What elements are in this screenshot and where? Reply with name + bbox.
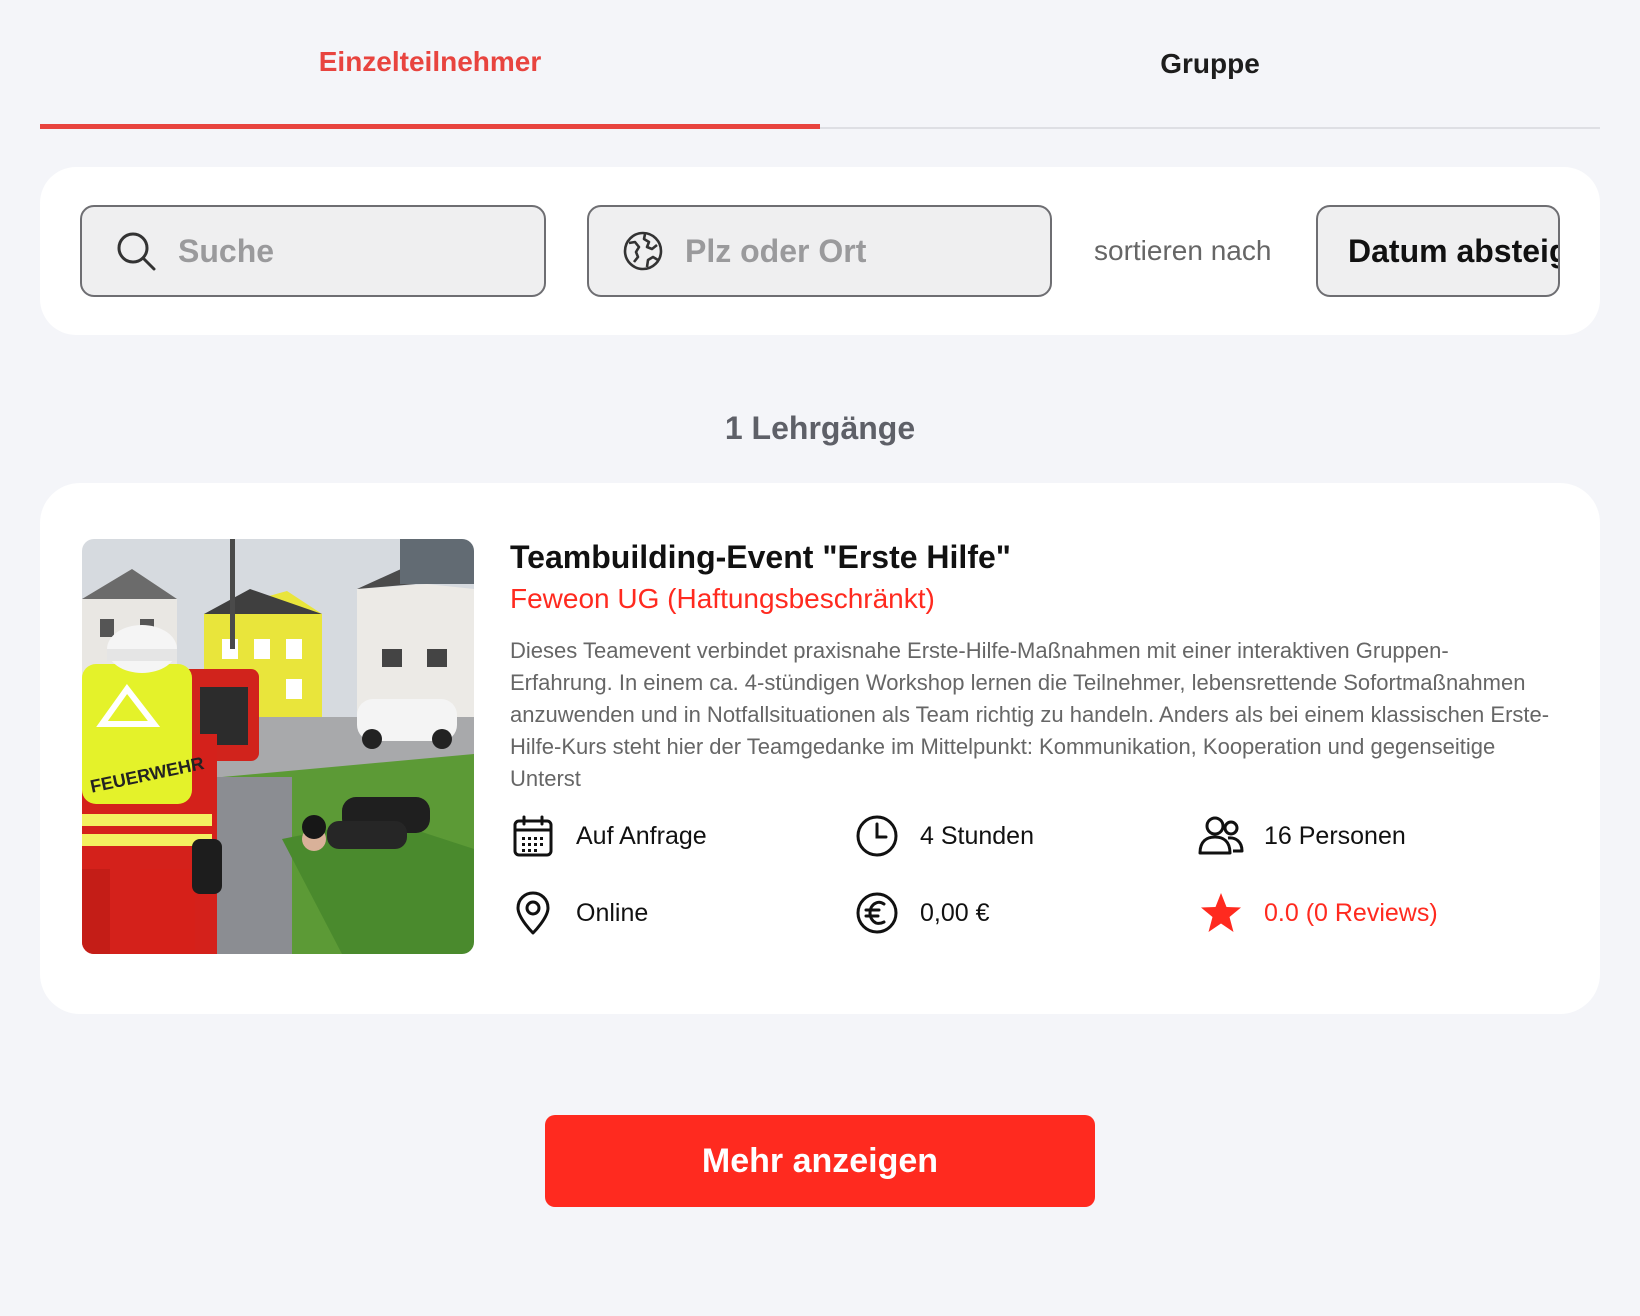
course-rating[interactable]: 0.0 (0 Reviews) <box>1198 890 1438 936</box>
globe-icon <box>623 231 663 271</box>
course-price: 0,00 € <box>854 890 990 936</box>
search-placeholder: Suche <box>178 232 275 269</box>
search-icon <box>117 232 156 271</box>
course-duration: 4 Stunden <box>854 813 1034 859</box>
course-date: Auf Anfrage <box>510 813 707 859</box>
course-persons-value: 16 Personen <box>1264 821 1406 850</box>
active-tab-indicator <box>40 124 820 129</box>
sort-selected-value: Datum absteigend <box>1348 232 1558 269</box>
course-persons: 16 Personen <box>1198 813 1406 859</box>
search-input[interactable]: Suche <box>80 205 546 297</box>
location-pin-icon <box>516 891 550 935</box>
tab-bar: Einzelteilnehmer Gruppe <box>40 0 1600 130</box>
tab-gruppe[interactable]: Gruppe <box>820 0 1600 128</box>
euro-icon <box>856 892 898 934</box>
tab-einzelteilnehmer[interactable]: Einzelteilnehmer <box>40 0 820 128</box>
course-image: FEUERWEHR <box>82 539 474 954</box>
sort-select[interactable]: Datum absteigend <box>1316 205 1560 297</box>
course-provider[interactable]: Feweon UG (Haftungsbeschränkt) <box>510 583 935 615</box>
course-rating-value: 0.0 (0 Reviews) <box>1264 898 1438 927</box>
clock-icon <box>856 815 898 857</box>
course-card[interactable]: FEUERWEHR Teambuilding-Event "Erste Hilf… <box>40 483 1600 1014</box>
course-date-value: Auf Anfrage <box>576 821 707 850</box>
course-title[interactable]: Teambuilding-Event "Erste Hilfe" <box>510 539 1011 576</box>
course-location-value: Online <box>576 898 649 927</box>
calendar-icon <box>513 815 553 857</box>
course-duration-value: 4 Stunden <box>920 821 1034 850</box>
course-location: Online <box>510 890 648 936</box>
filter-panel: Suche Plz oder Ort sortieren nach Datum … <box>40 167 1600 335</box>
course-description: Dieses Teamevent verbindet praxisnahe Er… <box>510 638 1550 791</box>
people-icon <box>1198 816 1244 855</box>
show-more-button[interactable]: Mehr anzeigen <box>545 1115 1095 1207</box>
sort-label: sortieren nach <box>1094 235 1272 266</box>
star-icon <box>1201 893 1241 932</box>
place-input[interactable]: Plz oder Ort <box>587 205 1052 297</box>
place-placeholder: Plz oder Ort <box>685 232 867 269</box>
results-count: 1 Lehrgänge <box>724 410 916 446</box>
course-price-value: 0,00 € <box>920 898 990 927</box>
